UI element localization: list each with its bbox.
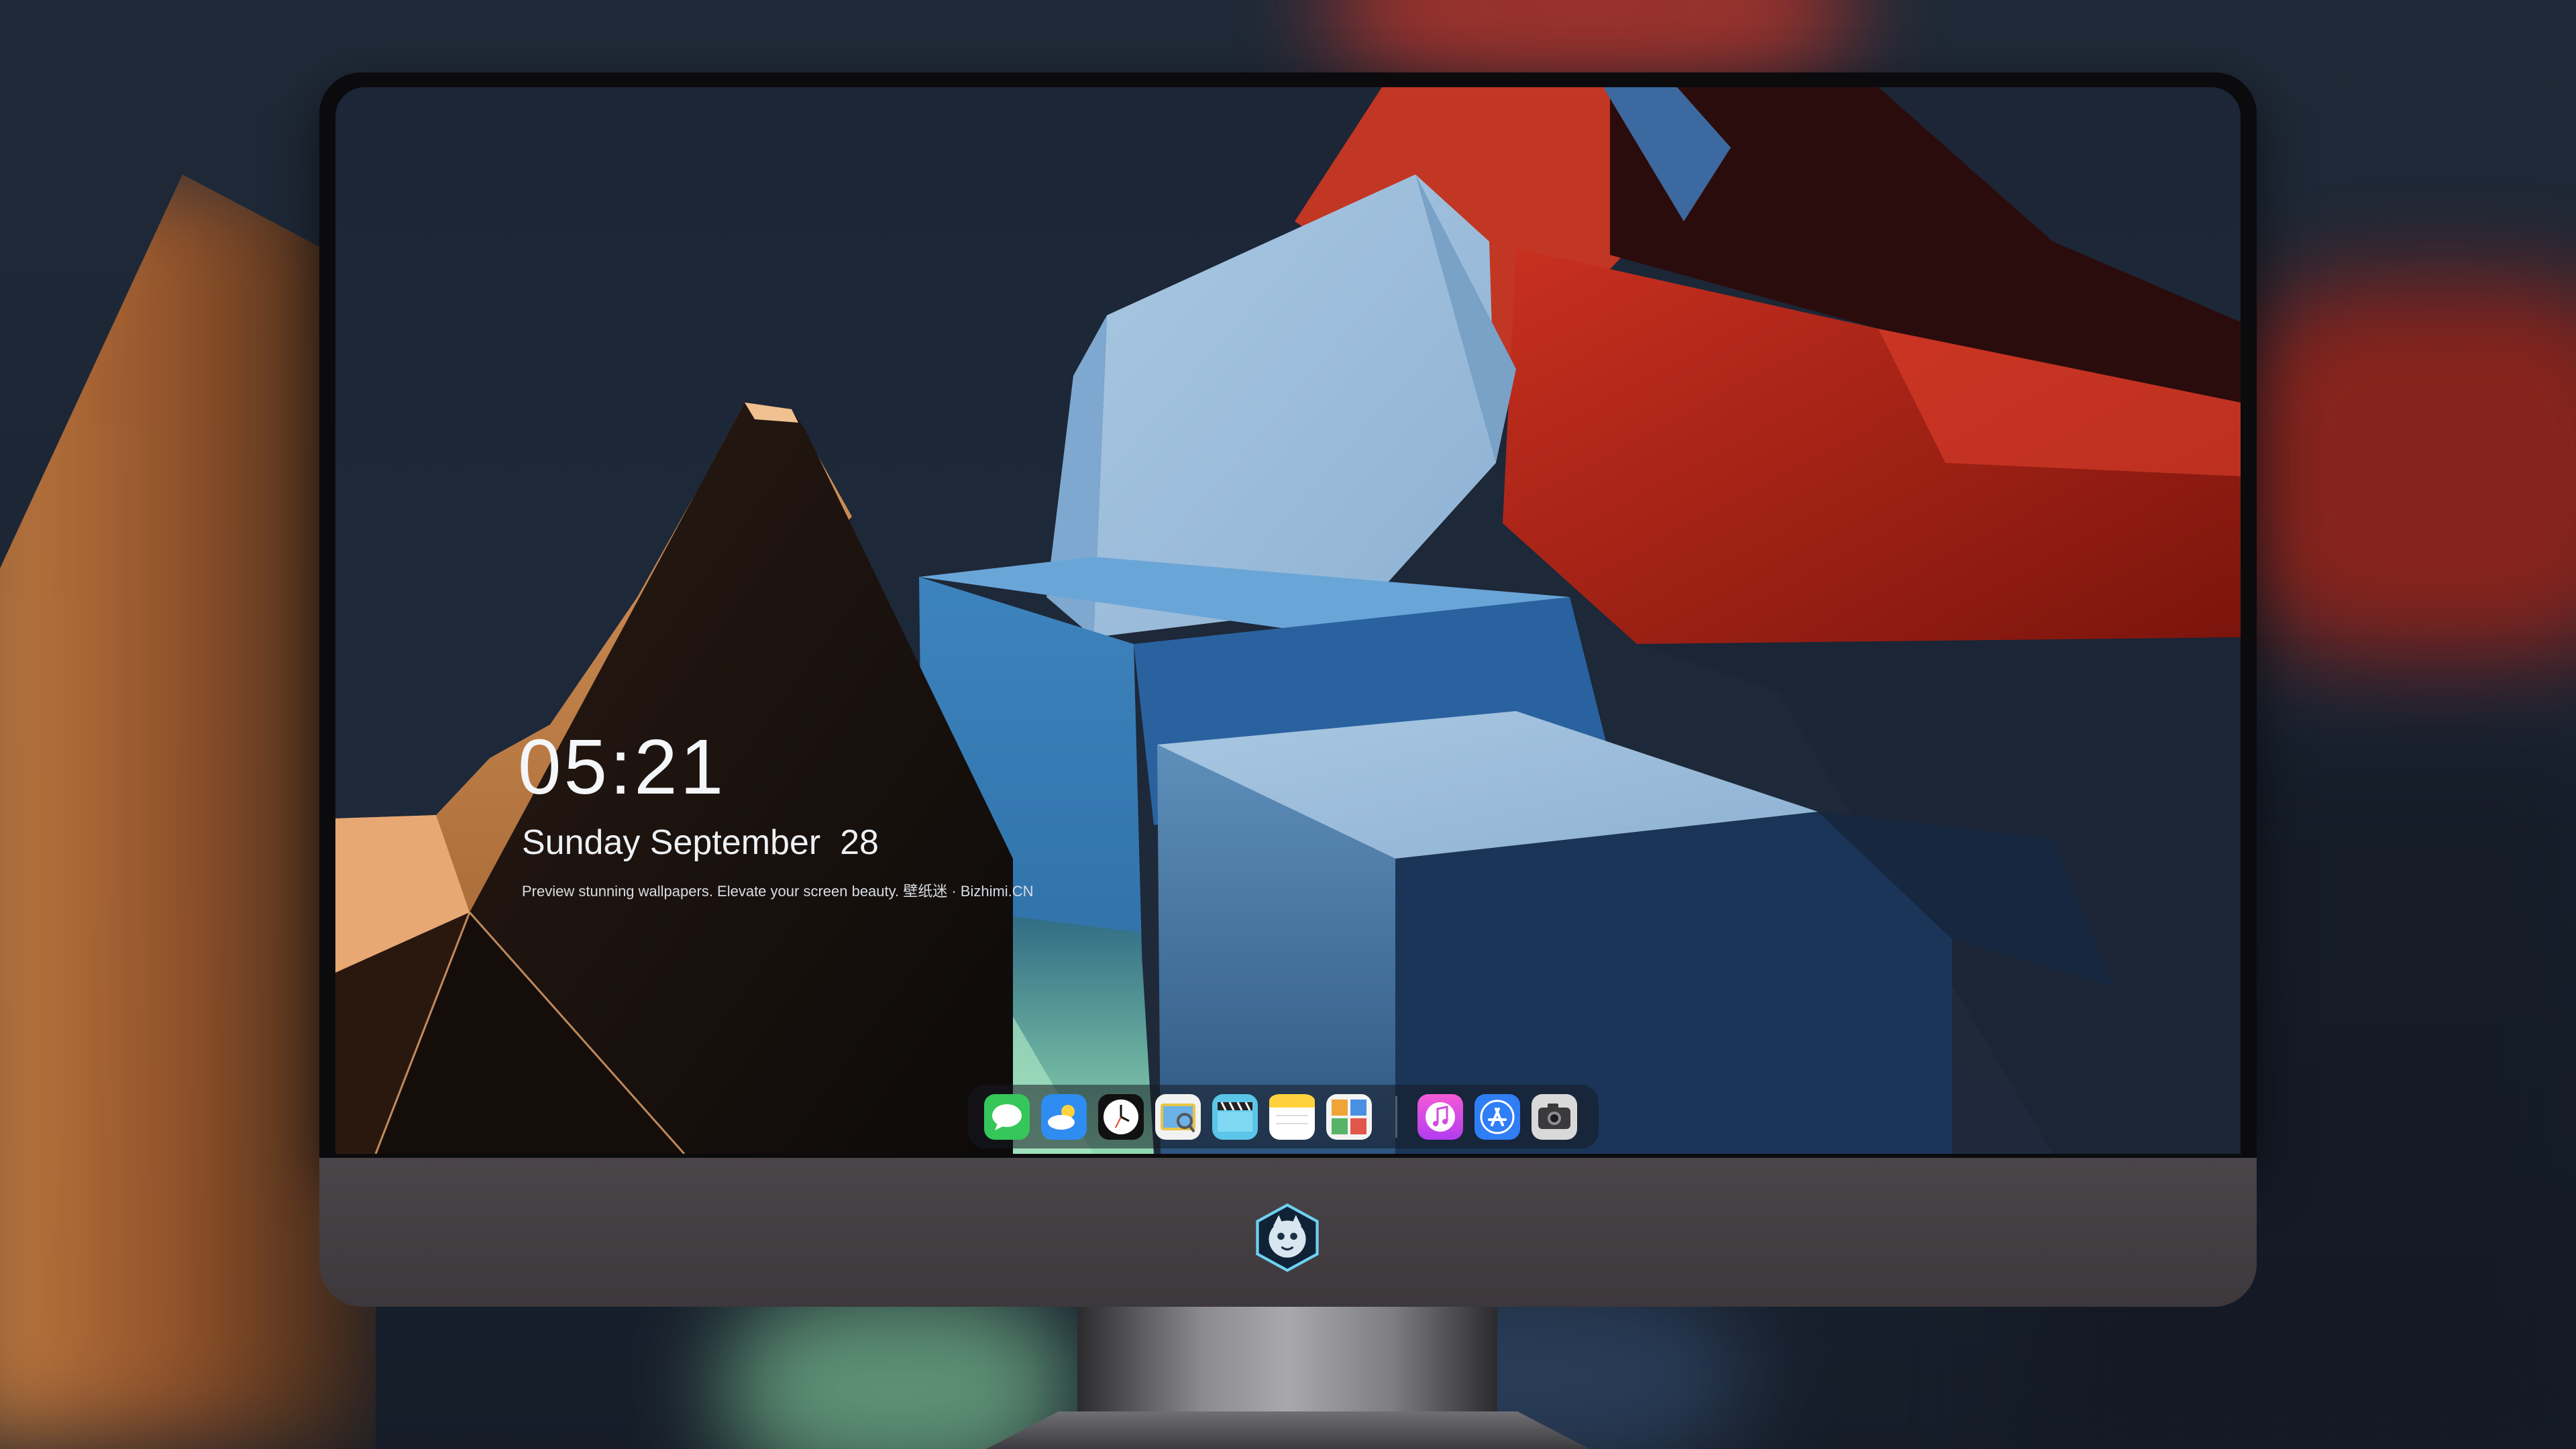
app-store-icon — [1474, 1093, 1520, 1140]
lock-screen-date: Sunday September 28 — [522, 823, 879, 862]
dock-app-clock[interactable] — [1098, 1093, 1144, 1140]
dock-app-notes[interactable] — [1269, 1093, 1315, 1140]
clock-icon — [1098, 1093, 1144, 1140]
dock-app-weather[interactable] — [1041, 1093, 1087, 1140]
dock-app-app-store[interactable] — [1474, 1093, 1520, 1140]
notes-icon — [1269, 1093, 1315, 1140]
dock — [968, 1085, 1599, 1148]
dock-separator — [1395, 1095, 1397, 1138]
wallpaper-caption: Preview stunning wallpapers. Elevate you… — [522, 883, 1034, 900]
dock-app-music[interactable] — [1417, 1093, 1463, 1140]
dock-app-camera[interactable] — [1532, 1093, 1577, 1140]
backdrop-red-shape-right — [2234, 282, 2576, 657]
backdrop-green-shape — [724, 1288, 1073, 1449]
clips-icon — [1212, 1093, 1258, 1140]
dock-app-messages[interactable] — [984, 1093, 1030, 1140]
monitor-stand-base — [986, 1411, 1590, 1449]
music-icon — [1417, 1093, 1463, 1140]
wallpaper — [335, 87, 2241, 1154]
preview-icon — [1155, 1093, 1201, 1140]
dock-app-photo-booth[interactable] — [1326, 1093, 1372, 1140]
weather-icon — [1041, 1093, 1087, 1140]
brand-logo-icon — [1256, 1203, 1319, 1273]
messages-icon — [984, 1093, 1030, 1140]
monitor-stand — [1077, 1305, 1497, 1413]
desktop-screen: 05:21 Sunday September 28 Preview stunni… — [335, 87, 2241, 1154]
dock-app-preview[interactable] — [1155, 1093, 1201, 1140]
lock-screen-time: 05:21 — [518, 723, 727, 810]
photo-booth-icon — [1326, 1093, 1372, 1140]
dock-app-clips[interactable] — [1212, 1093, 1258, 1140]
camera-icon — [1532, 1093, 1577, 1140]
